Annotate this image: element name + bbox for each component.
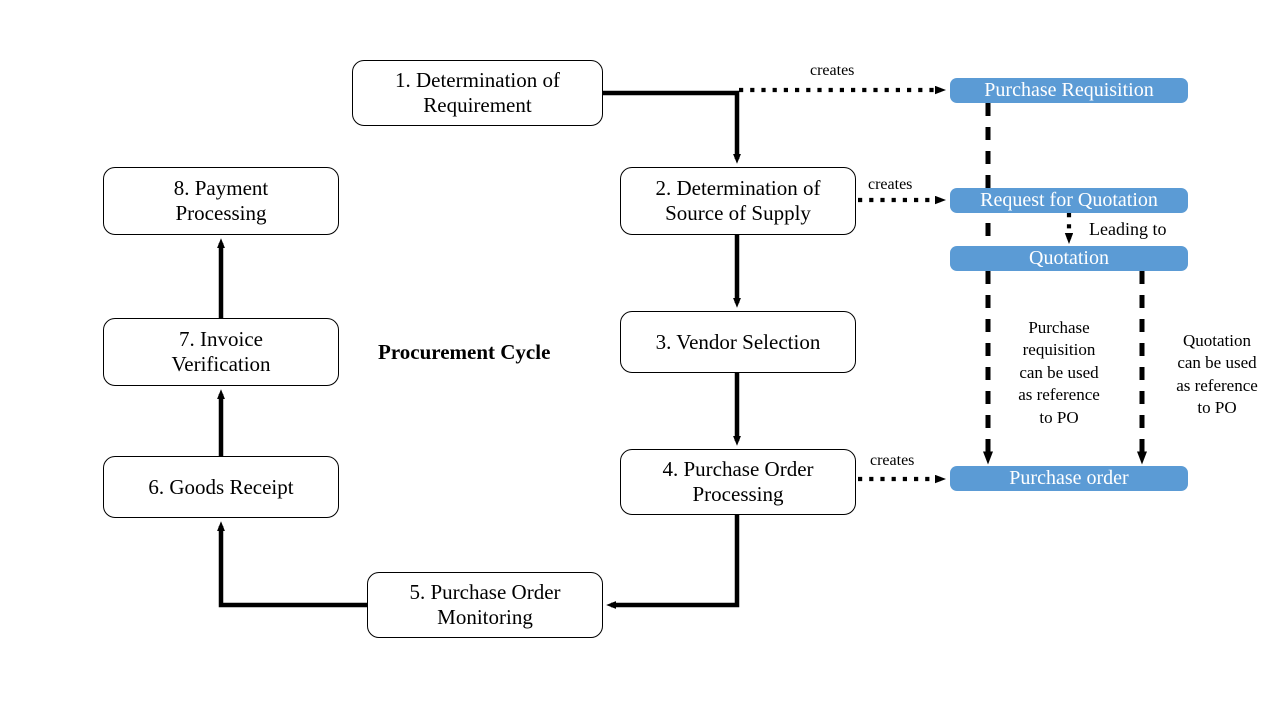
process-step-2-line1: 2. Determination of: [655, 176, 821, 201]
process-step-1-line2: Requirement: [423, 93, 532, 117]
edge-label-leading-to: Leading to: [1089, 219, 1167, 239]
process-step-8-line2: Processing: [175, 201, 267, 225]
note-purchase-requisition-reference: Purchase requisition can be used as refe…: [1000, 317, 1118, 429]
process-step-5-line1: 5. Purchase Order: [409, 580, 561, 605]
note-pr-line-1: Purchase: [1028, 318, 1090, 337]
note-qt-line-1: Quotation: [1183, 331, 1251, 350]
process-step-5[interactable]: 5. Purchase Order Monitoring: [367, 572, 603, 638]
process-step-6[interactable]: 6. Goods Receipt: [103, 456, 339, 518]
note-pr-line-3: can be used: [1019, 362, 1099, 382]
flow-step5-to-step6: [217, 521, 367, 608]
process-step-7[interactable]: 7. Invoice Verification: [103, 318, 339, 386]
document-purchase-requisition[interactable]: Purchase Requisition: [950, 78, 1188, 103]
note-qt-line-3: as reference: [1176, 375, 1258, 395]
process-step-6-line1: 6. Goods Receipt: [148, 474, 294, 499]
note-qt-line-2: can be used: [1177, 353, 1257, 373]
flow-step4-to-step5: [606, 515, 740, 609]
edge-label-creates-3: creates: [870, 452, 915, 469]
document-purchase-order[interactable]: Purchase order: [950, 466, 1188, 491]
process-step-8-line1: 8. Payment: [173, 176, 269, 201]
process-step-7-line2: Verification: [171, 352, 271, 376]
note-pr-line-4: as reference: [1018, 385, 1100, 405]
note-qt-line-4: to PO: [1197, 398, 1237, 418]
process-step-2[interactable]: 2. Determination of Source of Supply: [620, 167, 856, 235]
document-purchase-requisition-label: Purchase Requisition: [984, 78, 1154, 101]
process-step-4[interactable]: 4. Purchase Order Processing: [620, 449, 856, 515]
process-step-3-line1: 3. Vendor Selection: [655, 329, 821, 354]
process-step-8[interactable]: 8. Payment Processing: [103, 167, 339, 235]
process-step-5-line2: Monitoring: [437, 605, 533, 629]
process-step-2-line2: Source of Supply: [665, 201, 811, 225]
document-quotation-label: Quotation: [1029, 246, 1109, 269]
procurement-cycle-diagram: 1. Determination of Requirement 2. Deter…: [0, 0, 1280, 720]
process-step-4-line1: 4. Purchase Order: [662, 457, 814, 482]
document-request-for-quotation[interactable]: Request for Quotation: [950, 188, 1188, 213]
note-pr-line-5: to PO: [1039, 407, 1079, 427]
process-step-1-line1: 1. Determination of: [394, 68, 561, 93]
document-request-for-quotation-label: Request for Quotation: [980, 188, 1158, 211]
edge-label-creates-2: creates: [868, 176, 913, 193]
note-pr-line-2: requisition: [1022, 340, 1096, 360]
document-purchase-order-label: Purchase order: [1009, 466, 1129, 489]
process-step-3[interactable]: 3. Vendor Selection: [620, 311, 856, 373]
diagram-title: Procurement Cycle: [378, 340, 551, 364]
flow-step1-to-step2: [603, 90, 741, 164]
note-quotation-reference: Quotation can be used as reference to PO: [1158, 330, 1276, 420]
document-quotation[interactable]: Quotation: [950, 246, 1188, 271]
process-step-7-line1: 7. Invoice: [179, 327, 263, 352]
process-step-4-line2: Processing: [692, 482, 784, 506]
process-step-1[interactable]: 1. Determination of Requirement: [352, 60, 603, 126]
edge-label-creates-1: creates: [810, 62, 855, 79]
